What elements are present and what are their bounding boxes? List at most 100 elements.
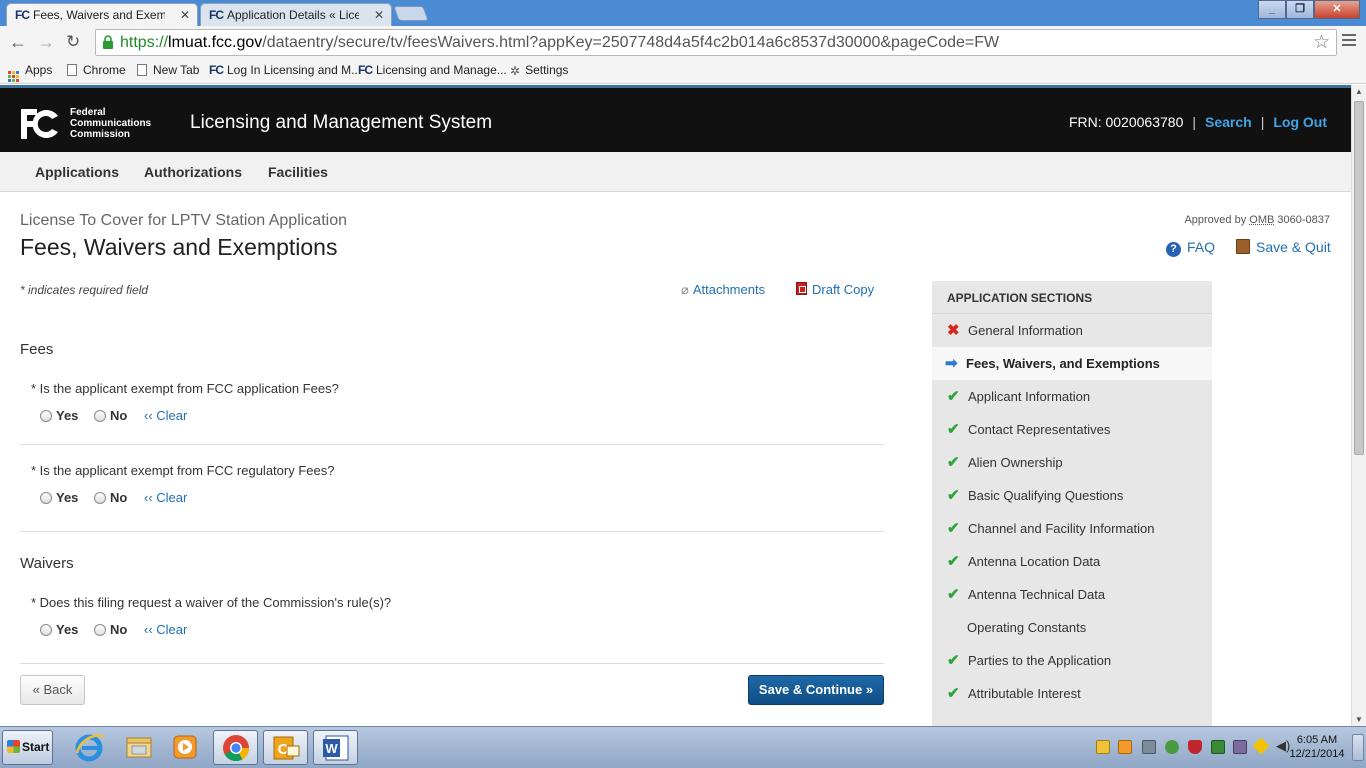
url-text: https://lmuat.fcc.gov/dataentry/secure/t… xyxy=(120,34,1000,51)
taskbar-internet-explorer[interactable] xyxy=(66,730,111,765)
radio-no-label[interactable]: No xyxy=(110,622,127,637)
section-channel-facility[interactable]: ✔ Channel and Facility Information xyxy=(932,512,1212,545)
waivers-heading: Waivers xyxy=(20,555,74,572)
outlook-tray-icon[interactable] xyxy=(1118,740,1132,754)
alert-diamond-icon[interactable] xyxy=(1252,737,1270,755)
radio-no-label[interactable]: No xyxy=(110,408,127,423)
logout-link[interactable]: Log Out xyxy=(1273,114,1327,130)
check-icon: ✔ xyxy=(947,652,960,669)
section-basic-qualifying[interactable]: ✔ Basic Qualifying Questions xyxy=(932,479,1212,512)
section-fees-waivers[interactable]: ➡ Fees, Waivers, and Exemptions xyxy=(932,347,1212,380)
clock-time: 6:05 AM xyxy=(1296,734,1338,746)
network-icon[interactable] xyxy=(1211,740,1225,754)
main-nav: Applications Authorizations Facilities xyxy=(0,152,1351,192)
bookmark-settings[interactable]: ✲ Settings xyxy=(510,63,568,78)
security-check-icon[interactable] xyxy=(1165,740,1179,754)
bookmark-chrome[interactable]: Chrome xyxy=(67,63,126,77)
clear-link[interactable]: ‹‹ Clear xyxy=(144,490,187,505)
search-link[interactable]: Search xyxy=(1205,114,1252,130)
mcafee-shield-icon[interactable] xyxy=(1188,740,1202,754)
section-applicant-information[interactable]: ✔ Applicant Information xyxy=(932,380,1212,413)
bookmark-fcc-lms[interactable]: FC Licensing and Manage... xyxy=(358,63,507,77)
svg-text:W: W xyxy=(325,741,338,756)
restore-button[interactable]: ❐ xyxy=(1286,0,1314,19)
start-button[interactable]: Start xyxy=(2,730,53,765)
bookmark-apps[interactable]: Apps xyxy=(8,63,52,82)
internet-explorer-icon xyxy=(75,734,104,762)
scroll-down-icon[interactable]: ▼ xyxy=(1355,715,1363,724)
radio-no[interactable] xyxy=(94,492,107,504)
question-application-fees: * Is the applicant exempt from FCC appli… xyxy=(31,381,339,396)
browser-tab-strip: FCFees, Waivers and Exemptio ✕ FCApplica… xyxy=(0,0,1366,26)
scroll-up-icon[interactable]: ▲ xyxy=(1355,87,1363,96)
attachments-link[interactable]: ⌀ Attachments xyxy=(681,282,765,298)
check-icon: ✔ xyxy=(947,454,960,471)
save-quit-link[interactable]: Save & Quit xyxy=(1236,239,1331,255)
address-bar[interactable]: https://lmuat.fcc.gov/dataentry/secure/t… xyxy=(95,29,1337,56)
radio-yes[interactable] xyxy=(40,410,52,422)
section-operating-constants[interactable]: Operating Constants xyxy=(932,611,1212,644)
media-player-icon xyxy=(173,735,196,759)
tools-icon[interactable] xyxy=(1233,740,1247,754)
nav-authorizations[interactable]: Authorizations xyxy=(144,164,242,180)
page-scrollbar[interactable]: ▲ ▼ xyxy=(1351,85,1366,726)
close-tab-icon[interactable]: ✕ xyxy=(374,8,384,22)
help-icon: ? xyxy=(1166,242,1181,257)
close-window-button[interactable]: ✕ xyxy=(1314,0,1360,19)
bookmark-fcc-login[interactable]: FC Log In Licensing and M... xyxy=(209,63,361,77)
taskbar-outlook[interactable]: O xyxy=(263,730,308,765)
radio-no[interactable] xyxy=(94,410,107,422)
check-icon: ✔ xyxy=(947,553,960,570)
back-arrow-icon[interactable]: ← xyxy=(9,32,27,53)
clock-date: 12/21/2014 xyxy=(1289,748,1345,760)
display-icon[interactable] xyxy=(1142,740,1156,754)
radio-yes-label[interactable]: Yes xyxy=(56,408,78,423)
mail-icon[interactable] xyxy=(1096,740,1110,754)
section-attributable-interest[interactable]: ✔ Attributable Interest xyxy=(932,677,1212,710)
check-icon: ✔ xyxy=(947,586,960,603)
section-parties[interactable]: ✔ Parties to the Application xyxy=(932,644,1212,677)
back-button[interactable]: « Back xyxy=(20,675,85,705)
section-antenna-location[interactable]: ✔ Antenna Location Data xyxy=(932,545,1212,578)
save-continue-button[interactable]: Save & Continue » xyxy=(748,675,884,705)
tab-fees-waivers[interactable]: FCFees, Waivers and Exemptio ✕ xyxy=(6,3,198,26)
radio-no-label[interactable]: No xyxy=(110,490,127,505)
chrome-menu-icon[interactable] xyxy=(1342,34,1356,48)
radio-yes[interactable] xyxy=(40,492,52,504)
close-tab-icon[interactable]: ✕ xyxy=(180,8,190,22)
check-icon: ✔ xyxy=(947,421,960,438)
taskbar-media-player[interactable] xyxy=(162,730,207,765)
radio-yes[interactable] xyxy=(40,624,52,636)
section-contact-representatives[interactable]: ✔ Contact Representatives xyxy=(932,413,1212,446)
clear-link[interactable]: ‹‹ Clear xyxy=(144,622,187,637)
minimize-button[interactable]: _ xyxy=(1258,0,1286,19)
tab-application-details[interactable]: FCApplication Details « Licensin ✕ xyxy=(200,3,392,26)
scrollbar-thumb[interactable] xyxy=(1354,101,1364,455)
section-alien-ownership[interactable]: ✔ Alien Ownership xyxy=(932,446,1212,479)
taskbar-windows-explorer[interactable] xyxy=(116,730,161,765)
bookmark-star-icon[interactable]: ☆ xyxy=(1313,31,1330,54)
radio-yes-label[interactable]: Yes xyxy=(56,622,78,637)
taskbar-word[interactable]: W xyxy=(313,730,358,765)
show-desktop-button[interactable] xyxy=(1352,734,1364,761)
nav-facilities[interactable]: Facilities xyxy=(268,164,328,180)
system-clock[interactable]: 6:05 AM 12/21/2014 xyxy=(1286,733,1348,761)
section-general-information[interactable]: ✖ General Information xyxy=(932,314,1212,347)
clear-link[interactable]: ‹‹ Clear xyxy=(144,408,187,423)
fcc-logo[interactable] xyxy=(19,106,61,142)
radio-group-regulatory-fees: Yes No ‹‹ Clear xyxy=(40,490,187,505)
tab-title: Application Details « Licensin xyxy=(227,8,359,22)
forward-arrow-icon[interactable]: → xyxy=(37,32,55,53)
radio-yes-label[interactable]: Yes xyxy=(56,490,78,505)
faq-link[interactable]: ? FAQ xyxy=(1166,239,1215,257)
section-antenna-technical[interactable]: ✔ Antenna Technical Data xyxy=(932,578,1212,611)
radio-no[interactable] xyxy=(94,624,107,636)
draft-copy-link[interactable]: Draft Copy xyxy=(796,282,874,297)
bookmark-new-tab[interactable]: New Tab xyxy=(137,63,199,77)
pdf-icon xyxy=(796,282,807,295)
divider xyxy=(20,663,884,664)
taskbar-chrome[interactable] xyxy=(213,730,258,765)
new-tab-button[interactable] xyxy=(393,6,429,21)
nav-applications[interactable]: Applications xyxy=(35,164,119,180)
reload-icon[interactable]: ↻ xyxy=(66,32,80,52)
